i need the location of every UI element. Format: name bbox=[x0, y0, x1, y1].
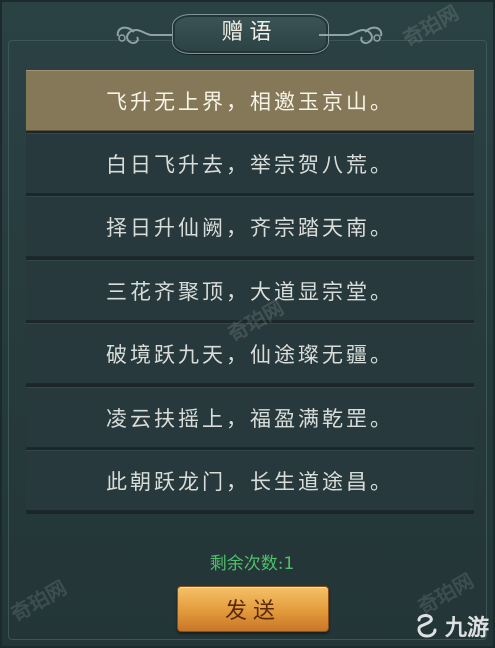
message-list: 飞升无上界，相邀玉京山。 白日飞升去，举宗贺八荒。 择日升仙阙，齐宗踏天南。 三… bbox=[26, 70, 474, 514]
dialog-title: 赠语 bbox=[221, 20, 278, 45]
send-button[interactable]: 发送 bbox=[177, 586, 329, 632]
message-option[interactable]: 三花齐聚顶，大道显宗堂。 bbox=[26, 260, 474, 321]
message-option[interactable]: 凌云扶摇上，福盈满乾罡。 bbox=[26, 387, 474, 448]
message-option[interactable]: 择日升仙阙，齐宗踏天南。 bbox=[26, 196, 474, 257]
title-banner: 赠语 bbox=[112, 10, 387, 56]
message-option[interactable]: 此朝跃龙门，长生道途昌。 bbox=[26, 450, 474, 511]
remaining-label: 剩余次数: bbox=[209, 554, 284, 574]
brand-logo-icon bbox=[417, 614, 437, 638]
message-option[interactable]: 破境跃九天，仙途璨无疆。 bbox=[26, 323, 474, 384]
remaining-count: 剩余次数:1 bbox=[152, 551, 352, 577]
cloud-ornament-right-icon bbox=[319, 26, 383, 45]
remaining-value: 1 bbox=[283, 554, 295, 574]
brand-watermark: 九游 bbox=[413, 610, 489, 642]
gift-message-dialog: 赠语 飞升无上界，相邀玉京山。 白日飞升去，举宗贺八荒。 择日升仙阙，齐宗踏天南… bbox=[0, 0, 495, 648]
brand-name: 九游 bbox=[444, 616, 489, 641]
message-option[interactable]: 白日飞升去，举宗贺八荒。 bbox=[26, 133, 474, 194]
message-option[interactable]: 飞升无上界，相邀玉京山。 bbox=[26, 70, 474, 131]
